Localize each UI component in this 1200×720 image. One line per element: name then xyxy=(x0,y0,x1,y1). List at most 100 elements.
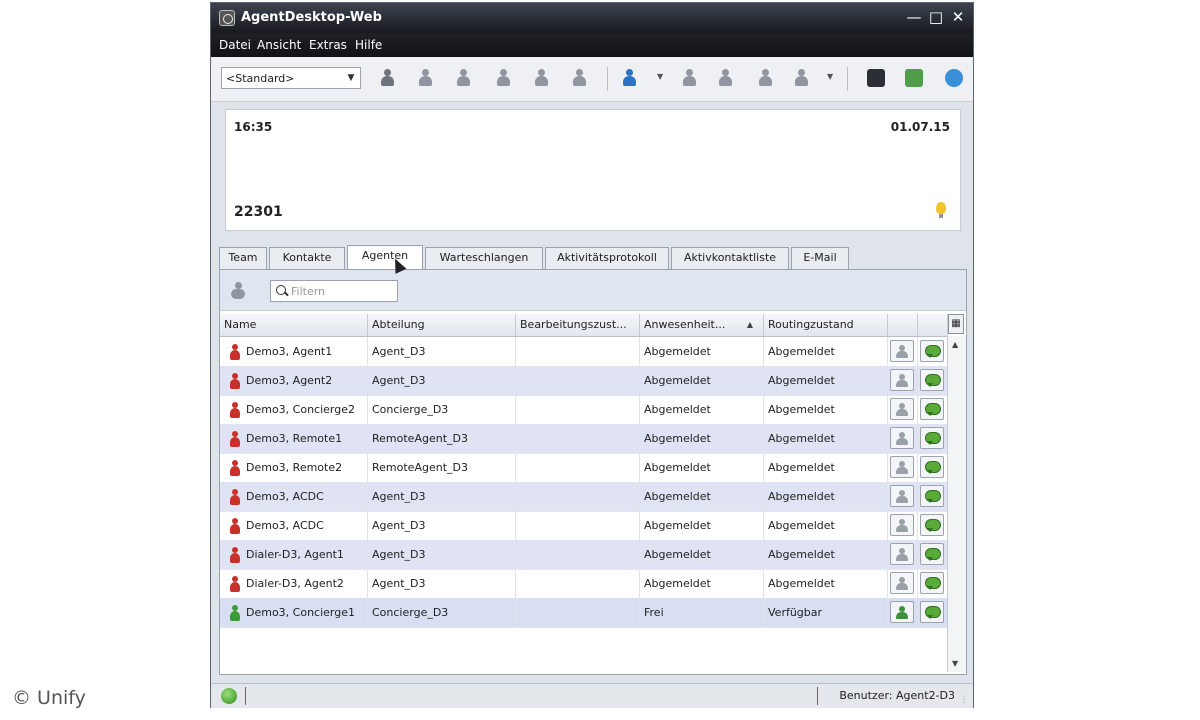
table-row[interactable]: Demo3, Concierge2 Concierge_D3 Abgemeldet A… xyxy=(220,395,948,425)
transfer-icon[interactable] xyxy=(681,69,699,87)
tab-aktivitaetsprotokoll[interactable]: Aktivitätsprotokoll xyxy=(545,247,669,269)
table-row[interactable]: Dialer-D3, Agent2 Agent_D3 Abgemeldet Abgem… xyxy=(220,569,948,599)
scroll-up-icon[interactable]: ▲ xyxy=(952,340,958,349)
agent-unavailable-icon[interactable] xyxy=(455,69,473,87)
call-agent-button[interactable] xyxy=(890,456,914,478)
minimize-icon[interactable]: — xyxy=(905,7,923,27)
column-chooser-icon[interactable]: ▦ xyxy=(948,314,964,334)
agent-name: Dialer-D3, Agent1 xyxy=(246,548,344,561)
call-agent-button[interactable] xyxy=(890,543,914,565)
chat-agent-button[interactable] xyxy=(920,340,944,362)
column-header-name[interactable]: Name xyxy=(220,314,368,336)
cell-processing xyxy=(516,366,640,395)
tab-agenten[interactable]: Agenten xyxy=(347,245,423,270)
chat-agent-button[interactable] xyxy=(920,456,944,478)
tab-aktivkontaktliste[interactable]: Aktivkontaktliste xyxy=(671,247,789,269)
call-agent-button[interactable] xyxy=(890,485,914,507)
consult-icon[interactable] xyxy=(757,69,775,87)
phone-settings-icon[interactable] xyxy=(867,69,885,87)
chat-agent-button[interactable] xyxy=(920,485,944,507)
cell-action-chat xyxy=(918,598,948,627)
cell-presence: Abgemeldet xyxy=(640,395,764,424)
app-window: AgentDesktop-Web — □ ✕ Datei Ansicht Ext… xyxy=(210,2,974,708)
agent-name: Demo3, Agent2 xyxy=(246,374,333,387)
chevron-down-icon[interactable]: ▼ xyxy=(657,72,663,81)
cell-processing xyxy=(516,482,640,511)
agent-action-icon[interactable] xyxy=(228,282,248,300)
agent-logout-icon[interactable] xyxy=(571,69,589,87)
column-header-bearbeitungszustand[interactable]: Bearbeitungszust... xyxy=(516,314,640,336)
table-row[interactable]: Dialer-D3, Agent1 Agent_D3 Abgemeldet Abgem… xyxy=(220,540,948,570)
queue-icon[interactable] xyxy=(793,69,811,87)
agent-work-icon[interactable] xyxy=(495,69,513,87)
chat-agent-button[interactable] xyxy=(920,427,944,449)
toolbar: <Standard> ▼ ▼ ▼ xyxy=(211,57,973,102)
agent-pause-icon[interactable] xyxy=(533,69,551,87)
call-agent-icon[interactable] xyxy=(621,69,639,87)
menu-extras[interactable]: Extras xyxy=(309,38,347,52)
call-agent-button[interactable] xyxy=(890,601,914,623)
table-row[interactable]: Demo3, ACDC Agent_D3 Abgemeldet Abgemeldet xyxy=(220,482,948,512)
chat-agent-button[interactable] xyxy=(920,398,944,420)
column-header-routingzustand[interactable]: Routingzustand xyxy=(764,314,888,336)
lightbulb-icon[interactable] xyxy=(936,202,946,218)
cell-department: Agent_D3 xyxy=(368,482,516,511)
cell-department: RemoteAgent_D3 xyxy=(368,424,516,453)
conference-icon[interactable] xyxy=(717,69,735,87)
table-row[interactable]: Demo3, Remote2 RemoteAgent_D3 Abgemeldet Ab… xyxy=(220,453,948,483)
cell-routing: Abgemeldet xyxy=(764,453,888,482)
chevron-down-icon[interactable]: ▼ xyxy=(344,70,358,86)
call-agent-button[interactable] xyxy=(890,572,914,594)
agent-login-icon[interactable] xyxy=(379,69,397,87)
excel-export-icon[interactable] xyxy=(905,69,923,87)
agent-status-icon xyxy=(230,344,240,360)
chevron-down-icon[interactable]: ▼ xyxy=(827,72,833,81)
agent-status-icon xyxy=(230,547,240,563)
profile-select[interactable]: <Standard> ▼ xyxy=(221,67,361,89)
table-row[interactable]: Demo3, Agent1 Agent_D3 Abgemeldet Abgemelde… xyxy=(220,337,948,367)
tab-team[interactable]: Team xyxy=(219,247,267,269)
menu-datei[interactable]: Datei xyxy=(219,38,251,52)
chat-agent-button[interactable] xyxy=(920,572,944,594)
resize-grip-icon[interactable]: ⋮ xyxy=(960,695,970,705)
call-agent-button[interactable] xyxy=(890,369,914,391)
filter-input[interactable]: Filtern xyxy=(270,280,398,302)
sort-ascending-icon: ▲ xyxy=(746,320,753,329)
browser-icon[interactable] xyxy=(945,69,963,87)
table-row[interactable]: Demo3, Remote1 RemoteAgent_D3 Abgemeldet Ab… xyxy=(220,424,948,454)
tab-warteschlangen[interactable]: Warteschlangen xyxy=(425,247,543,269)
display-date: 01.07.15 xyxy=(890,120,950,134)
status-separator xyxy=(817,687,818,705)
column-header-abteilung[interactable]: Abteilung xyxy=(368,314,516,336)
agent-status-icon xyxy=(230,431,240,447)
status-user: Benutzer: Agent2-D3 xyxy=(839,689,955,702)
chat-agent-button[interactable] xyxy=(920,601,944,623)
call-agent-button[interactable] xyxy=(890,427,914,449)
chat-agent-button[interactable] xyxy=(920,369,944,391)
menu-ansicht[interactable]: Ansicht xyxy=(257,38,301,52)
cell-routing: Abgemeldet xyxy=(764,511,888,540)
call-agent-button[interactable] xyxy=(890,398,914,420)
agent-available-icon[interactable] xyxy=(417,69,435,87)
chat-agent-button[interactable] xyxy=(920,514,944,536)
maximize-icon[interactable]: □ xyxy=(927,7,945,27)
agent-status-icon xyxy=(230,460,240,476)
scroll-down-icon[interactable]: ▼ xyxy=(952,659,958,668)
tab-email[interactable]: E-Mail xyxy=(791,247,849,269)
tab-kontakte[interactable]: Kontakte xyxy=(269,247,345,269)
cell-action-call xyxy=(888,453,918,482)
call-agent-button[interactable] xyxy=(890,340,914,362)
call-agent-button[interactable] xyxy=(890,514,914,536)
menu-hilfe[interactable]: Hilfe xyxy=(355,38,382,52)
chat-agent-button[interactable] xyxy=(920,543,944,565)
cell-name: Demo3, Remote1 xyxy=(220,424,368,453)
close-icon[interactable]: ✕ xyxy=(949,7,967,27)
title-bar[interactable]: AgentDesktop-Web — □ ✕ xyxy=(211,3,973,33)
scrollbar[interactable]: ▲ ▼ xyxy=(947,336,966,672)
table-row[interactable]: Demo3, Concierge1 Concierge_D3 Frei Verfügb… xyxy=(220,598,948,628)
cell-action-call xyxy=(888,511,918,540)
table-row[interactable]: Demo3, ACDC Agent_D3 Abgemeldet Abgemeldet xyxy=(220,511,948,541)
call-display: 16:35 01.07.15 22301 xyxy=(225,109,961,231)
column-header-anwesenheit[interactable]: Anwesenheit... ▲ xyxy=(640,314,764,336)
table-row[interactable]: Demo3, Agent2 Agent_D3 Abgemeldet Abgemelde… xyxy=(220,366,948,396)
